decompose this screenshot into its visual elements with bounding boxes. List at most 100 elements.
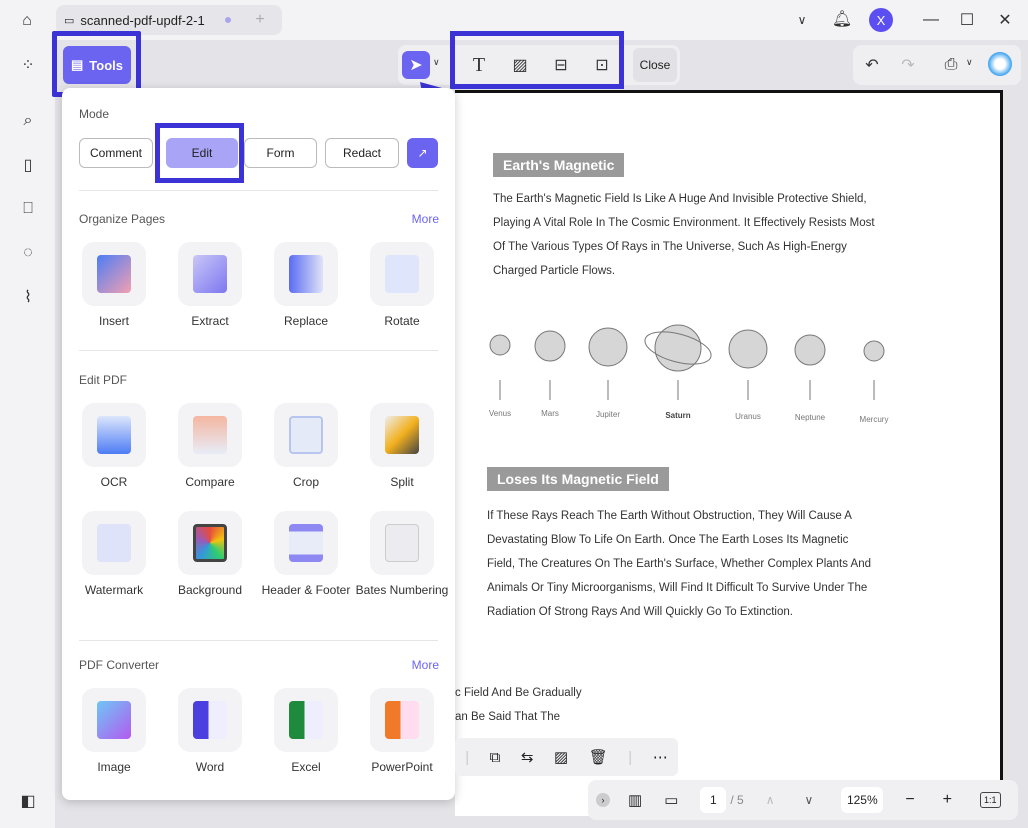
avatar[interactable]: X [869,8,893,32]
tool-label: Insert [98,314,129,328]
tools-label: Tools [89,57,123,73]
pdf-converter-title: PDF Converter [79,658,160,672]
compare-icon [193,416,227,454]
tool-background[interactable]: Background [162,511,258,597]
text-line: Radiation Of Strong Rays And Will Quickl… [487,606,793,618]
open-external-icon[interactable]: ↗ [407,138,438,168]
redo-icon[interactable]: ↷ [894,51,922,79]
planet-venus [489,334,511,356]
bookmark-icon[interactable]: ⎕ [17,198,39,220]
zoom-out-icon[interactable]: − [905,791,914,809]
attachment-icon[interactable]: ⌇ [17,286,39,308]
tool-watermark[interactable]: Watermark [66,511,162,597]
new-tab-icon[interactable]: + [250,10,270,30]
mode-form[interactable]: Form [244,138,317,168]
tool-rotate[interactable]: Rotate [354,242,450,328]
add-text-icon[interactable]: T [465,51,493,79]
previous-page-icon[interactable]: ∧ [766,793,775,807]
add-image-icon[interactable]: ▨ [506,51,534,79]
tool-excel[interactable]: Excel [258,688,354,774]
converter-more-link[interactable]: More [412,658,439,672]
tool-label: Compare [185,475,235,489]
tool-label: Excel [291,760,321,774]
mode-label: Mode [79,107,110,121]
two-page-view-icon[interactable]: ▥ [628,791,642,809]
label-jupiter: Jupiter [596,410,620,419]
presentation-icon[interactable]: ▭ [664,791,678,809]
tool-label: Crop [292,475,319,489]
extract-image-icon[interactable]: ▨ [554,748,568,766]
zoom-in-icon[interactable]: + [943,791,952,809]
tool-crop[interactable]: Crop [258,403,354,489]
image-toolbar: | ⧉ ⇆ ▨ 🗑︎ | ⋯ [455,738,678,776]
crop-image-icon[interactable]: ⧉ [490,749,501,766]
save-icon[interactable]: ⎙ [937,51,965,79]
add-shape-icon[interactable]: ⊡ [588,51,616,79]
ai-assistant-icon[interactable] [988,52,1012,76]
expand-icon[interactable]: › [596,793,610,807]
replace-image-icon[interactable]: ⇆ [521,748,534,766]
tool-ocr[interactable]: OCR [66,403,162,489]
tool-header-footer[interactable]: Header & Footer [258,511,354,597]
tool-compare[interactable]: Compare [162,403,258,489]
tool-label: Watermark [84,583,144,597]
home-icon[interactable]: ⌂ [16,10,38,32]
tool-label: Bates Numbering [355,583,449,597]
tool-insert[interactable]: Insert [66,242,162,328]
unsaved-dot [224,17,231,23]
tool-label: Word [195,760,225,774]
tool-label: Extract [191,314,229,328]
organize-more-link[interactable]: More [412,212,439,226]
paragraph-2: If These Rays Reach The Earth Without Ob… [487,504,871,624]
save-dropdown-icon[interactable]: ∨ [966,57,973,68]
planet-mars [534,330,566,362]
paragraph-1: The Earth's Magnetic Field Is Like A Hug… [493,187,875,283]
close-window-icon[interactable]: ✕ [994,9,1016,31]
tool-image[interactable]: Image [66,688,162,774]
mode-comment[interactable]: Comment [79,138,153,168]
tool-replace[interactable]: Replace [258,242,354,328]
mode-redact[interactable]: Redact [325,138,399,168]
tool-word[interactable]: Word [162,688,258,774]
tool-extract[interactable]: Extract [162,242,258,328]
text-line: Of The Various Types Of Rays in The Univ… [493,241,847,253]
label-neptune: Neptune [795,413,826,422]
page-navigation-bar: › ▥ ▭ 1 / 5 ∧ ∨ 125% − + 1:1 [588,780,1018,820]
chevron-down-icon[interactable]: ∨ [792,10,812,30]
edit-mode-highlight [155,123,244,183]
text-line: Devastating Blow To Life On Earth. Once … [487,534,849,546]
organize-pages-title: Organize Pages [79,212,166,226]
planet-uranus [728,329,768,369]
more-options-icon[interactable]: ⋯ [653,748,668,766]
delete-icon[interactable]: 🗑︎ [589,748,608,766]
select-cursor-icon[interactable]: ➤ [402,51,430,79]
tool-label: Replace [283,314,329,328]
next-page-icon[interactable]: ∨ [805,793,814,807]
separator: | [465,748,470,766]
planet-jupiter [588,327,628,367]
tool-label: Image [97,760,131,774]
comment-icon[interactable]: ◌ [17,242,39,264]
edit-pdf-title: Edit PDF [79,373,128,387]
cursor-dropdown-icon[interactable]: ∨ [433,57,440,68]
add-link-icon[interactable]: ⊟ [547,51,575,79]
close-edit-button[interactable]: Close [633,48,677,82]
tool-label: PowerPoint [371,760,433,774]
apps-icon[interactable]: ⁘ [17,54,39,76]
watermark-icon [97,524,131,562]
tool-powerpoint[interactable]: PowerPoint [354,688,450,774]
undo-icon[interactable]: ↶ [858,51,886,79]
text-line: Charged Particle Flows. [493,265,616,277]
tool-split[interactable]: Split [354,403,450,489]
maximize-icon[interactable]: ☐ [956,9,978,31]
page-number-input[interactable]: 1 [700,787,727,813]
layers-icon[interactable]: ◧ [17,790,39,812]
actual-size-icon[interactable]: 1:1 [980,792,1001,808]
tool-bates-numbering[interactable]: Bates Numbering [354,511,450,597]
pages-icon[interactable]: ▯ [17,154,39,176]
bell-icon[interactable]: 🔔︎ [832,8,852,30]
search-icon[interactable]: ⌕ [17,110,39,132]
zoom-level[interactable]: 125% [841,787,884,813]
minimize-icon[interactable]: — [920,9,942,31]
tools-button[interactable]: ▤ Tools [63,46,131,84]
